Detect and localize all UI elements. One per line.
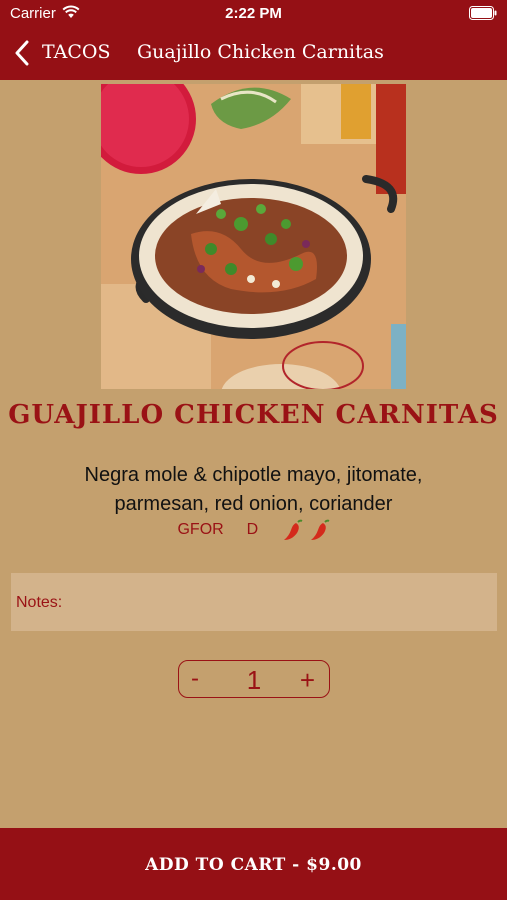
status-bar: Carrier 2:22 PM — [0, 0, 507, 28]
tag-gfor: GFOR — [177, 521, 224, 538]
status-time: 2:22 PM — [225, 5, 282, 22]
notes-label: Notes: — [16, 594, 63, 611]
dish-photo — [101, 84, 406, 389]
dish-description: Negra mole & chipotle mayo, jitomate, pa… — [84, 464, 423, 515]
increment-button[interactable]: + — [300, 665, 315, 696]
back-button[interactable]: TACOS — [42, 41, 111, 63]
chili-pepper-icon — [310, 519, 329, 540]
add-to-cart-button[interactable]: ADD TO CART - $9.00 — [0, 828, 507, 900]
tag-dairy: D — [246, 521, 259, 538]
navigation-bar: TACOS Guajillo Chicken Carnitas — [0, 28, 507, 80]
add-to-cart-label: ADD TO CART - $9.00 — [145, 855, 362, 875]
chili-pepper-icon — [284, 519, 303, 540]
notes-field[interactable]: Notes: — [11, 573, 497, 631]
battery-icon — [469, 6, 497, 20]
back-chevron-icon[interactable] — [14, 40, 30, 66]
dish-title: GUAJILLO CHICKEN CARNITAS — [8, 400, 499, 430]
page-title: Guajillo Chicken Carnitas — [137, 41, 384, 63]
dish-tags: GFOR D — [0, 518, 507, 544]
quantity-stepper: - 1 + — [178, 660, 330, 698]
